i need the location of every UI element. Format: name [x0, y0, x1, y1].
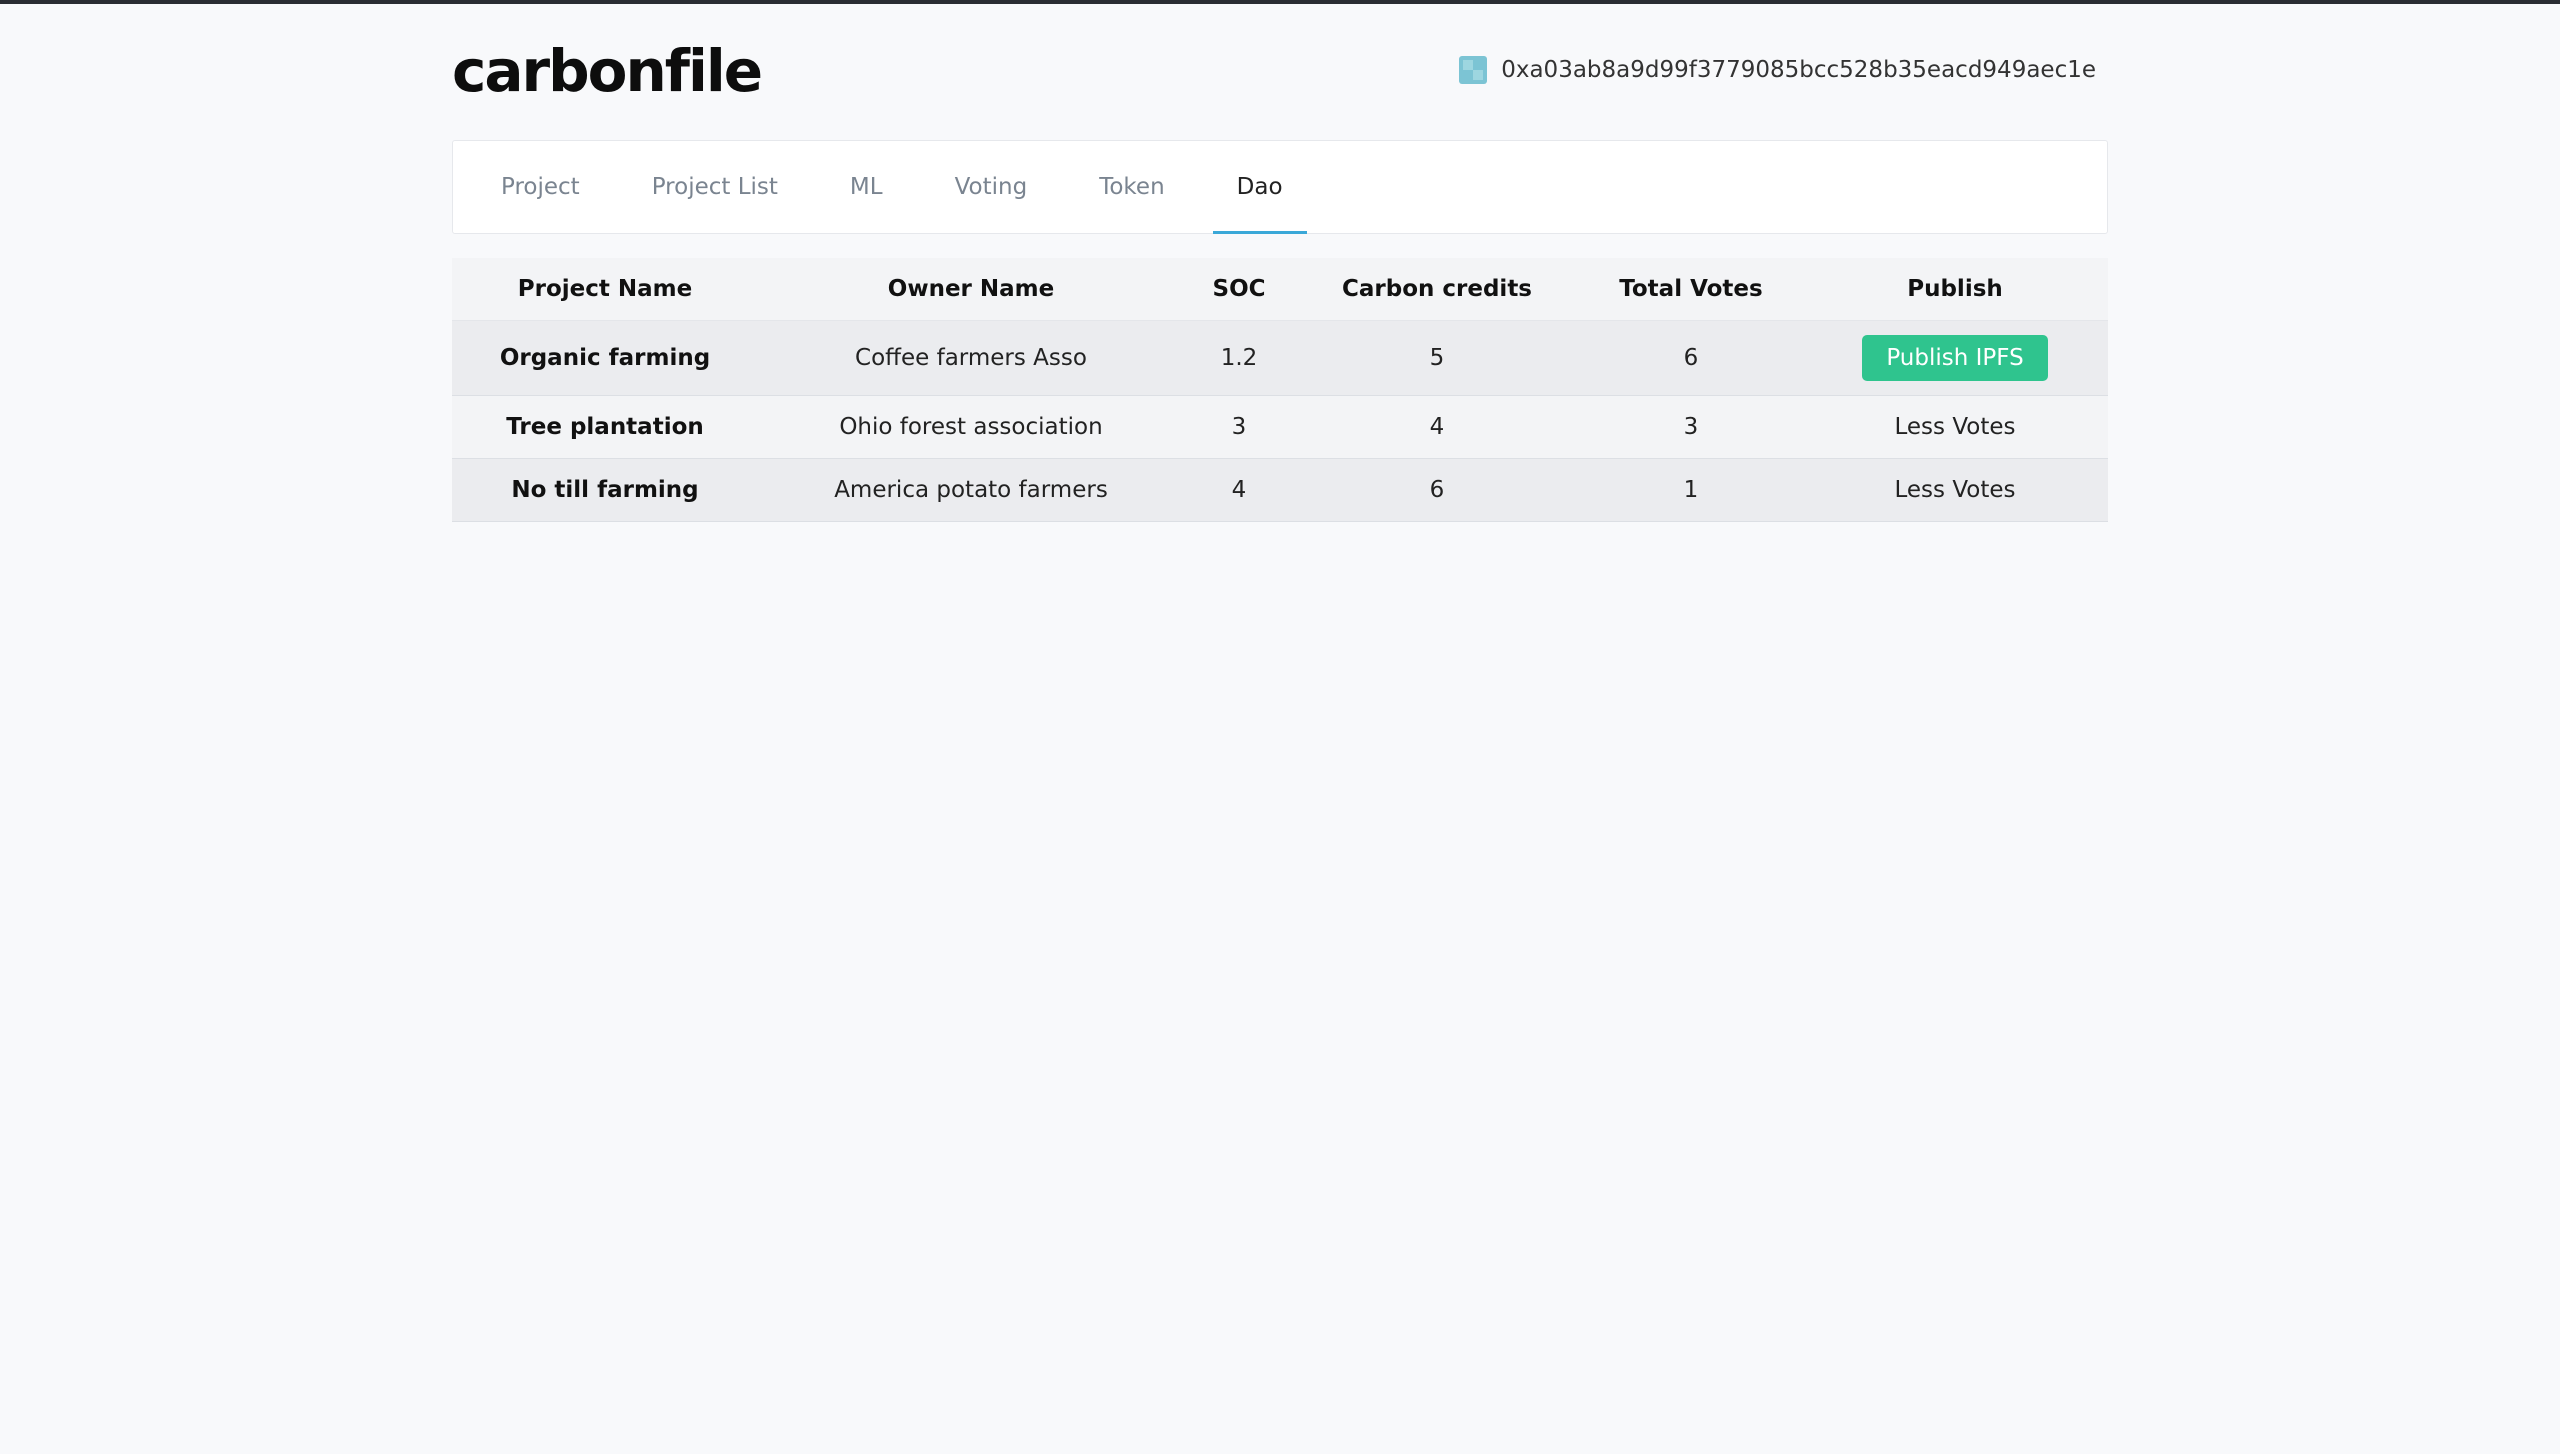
- page-container: carbonfile 0xa03ab8a9d99f3779085bcc528b3…: [452, 4, 2108, 522]
- dao-projects-table: Project Name Owner Name SOC Carbon credi…: [452, 258, 2108, 522]
- header-carbon-credits: Carbon credits: [1294, 258, 1580, 321]
- cell-project-name: Tree plantation: [452, 395, 758, 459]
- table-row: No till farming America potato farmers 4…: [452, 458, 2108, 522]
- table-row: Organic farming Coffee farmers Asso 1.2 …: [452, 320, 2108, 396]
- header-owner-name: Owner Name: [758, 258, 1184, 321]
- account-address: 0xa03ab8a9d99f3779085bcc528b35eacd949aec…: [1501, 57, 2096, 83]
- publish-ipfs-button[interactable]: Publish IPFS: [1862, 335, 2048, 381]
- cell-project-name: Organic farming: [452, 320, 758, 396]
- cell-owner-name: America potato farmers: [758, 458, 1184, 522]
- cell-carbon-credits: 4: [1294, 395, 1580, 459]
- cell-publish-status: Less Votes: [1802, 395, 2108, 459]
- header-total-votes: Total Votes: [1580, 258, 1802, 321]
- table-row: Tree plantation Ohio forest association …: [452, 395, 2108, 459]
- header-soc: SOC: [1184, 258, 1294, 321]
- account-info: 0xa03ab8a9d99f3779085bcc528b35eacd949aec…: [1459, 56, 2096, 84]
- cell-soc: 4: [1184, 458, 1294, 522]
- header-publish: Publish: [1802, 258, 2108, 321]
- tab-project[interactable]: Project: [477, 141, 604, 233]
- cell-carbon-credits: 6: [1294, 458, 1580, 522]
- tab-dao[interactable]: Dao: [1212, 141, 1307, 234]
- cell-publish: Publish IPFS: [1802, 320, 2108, 396]
- tab-bar: Project Project List ML Voting Token Dao: [452, 140, 2108, 234]
- tab-project-list[interactable]: Project List: [628, 141, 802, 233]
- tab-ml[interactable]: ML: [826, 141, 907, 233]
- cell-project-name: No till farming: [452, 458, 758, 522]
- brand-logo[interactable]: carbonfile: [452, 36, 763, 106]
- tab-token[interactable]: Token: [1075, 141, 1188, 233]
- cell-soc: 1.2: [1184, 320, 1294, 396]
- header: carbonfile 0xa03ab8a9d99f3779085bcc528b3…: [452, 4, 2108, 136]
- cell-total-votes: 6: [1580, 320, 1802, 396]
- table-header-row: Project Name Owner Name SOC Carbon credi…: [452, 258, 2108, 321]
- identicon-icon: [1459, 56, 1488, 84]
- cell-total-votes: 3: [1580, 395, 1802, 459]
- cell-owner-name: Coffee farmers Asso: [758, 320, 1184, 396]
- cell-owner-name: Ohio forest association: [758, 395, 1184, 459]
- tab-voting[interactable]: Voting: [931, 141, 1052, 233]
- cell-total-votes: 1: [1580, 458, 1802, 522]
- cell-carbon-credits: 5: [1294, 320, 1580, 396]
- cell-publish-status: Less Votes: [1802, 458, 2108, 522]
- header-project-name: Project Name: [452, 258, 758, 321]
- cell-soc: 3: [1184, 395, 1294, 459]
